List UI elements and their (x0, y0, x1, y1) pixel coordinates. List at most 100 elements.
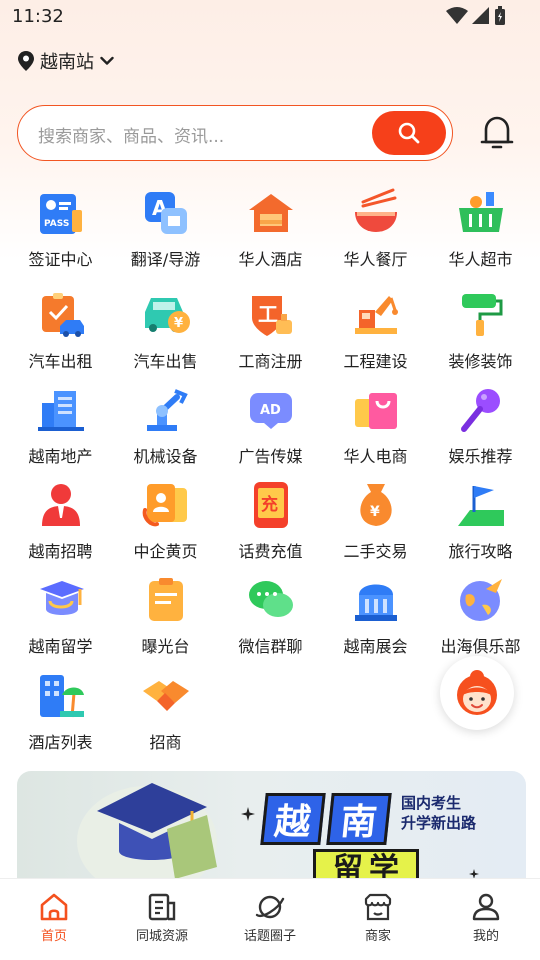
home-icon (40, 893, 68, 921)
grid-item-hotel[interactable]: 华人酒店 (218, 188, 323, 278)
tab-topics[interactable]: 话题圈子 (216, 891, 324, 944)
overseas-club-icon (459, 579, 502, 621)
tab-home[interactable]: 首页 (0, 891, 108, 944)
hotel-list-icon (39, 675, 84, 718)
grid-item-visa[interactable]: PASS 签证中心 (8, 188, 113, 278)
tab-label: 首页 (40, 929, 67, 944)
grid-item-label: 签证中心 (28, 250, 93, 269)
grid-item-decoration[interactable]: 装修装饰 (428, 290, 533, 380)
grid-item-machinery[interactable]: 机械设备 (113, 385, 218, 475)
grid-item-exposure[interactable]: 曝光台 (113, 575, 218, 665)
grid-item-label: 华人餐厅 (343, 250, 408, 269)
graduation-cap-icon (77, 783, 217, 878)
hotel-icon (248, 194, 293, 232)
grid-item-travel-guide[interactable]: 旅行攻略 (428, 480, 533, 570)
banner-title-highlight: 留 学 (313, 849, 419, 878)
grid-item-supermarket[interactable]: 华人超市 (428, 188, 533, 278)
bell-icon[interactable] (480, 114, 514, 152)
grid-item-hotel-list[interactable]: 酒店列表 (8, 671, 113, 761)
grid-item-label: 招商 (149, 733, 182, 752)
grid-item-label: 汽车出售 (133, 352, 198, 371)
grid-item-wechat-group[interactable]: 微信群聊 (218, 575, 323, 665)
banner-title-char-2: 南 (326, 793, 392, 845)
grid-item-label: 工程建设 (343, 352, 408, 371)
bottom-tab-bar: 首页 同城资源 话题圈子 商家 我的 (0, 878, 540, 960)
grid-item-label: 华人电商 (343, 447, 408, 466)
grid-item-label: 越南地产 (28, 447, 93, 466)
grid-item-recruitment[interactable]: 越南招聘 (8, 480, 113, 570)
grid-item-entertainment[interactable]: 娱乐推荐 (428, 385, 533, 475)
grid-item-label: 曝光台 (141, 637, 190, 656)
advertising-icon: AD (249, 393, 292, 429)
ecommerce-icon (354, 393, 397, 429)
status-time: 11:32 (12, 6, 64, 27)
search-placeholder: 搜索商家、商品、资讯... (38, 127, 225, 147)
investment-icon (142, 681, 189, 711)
decoration-icon (461, 294, 502, 336)
grid-item-study-abroad[interactable]: 越南留学 (8, 575, 113, 665)
grid-item-label: 广告传媒 (238, 447, 303, 466)
exhibition-icon (354, 584, 397, 621)
wechat-group-icon (248, 581, 293, 617)
grid-item-label: 出海俱乐部 (440, 637, 521, 656)
machinery-icon (146, 389, 188, 431)
grid-item-yellow-pages[interactable]: 中企黄页 (113, 480, 218, 570)
grid-item-translate[interactable]: A 翻译/导游 (113, 188, 218, 278)
grid-item-label: 话费充值 (238, 542, 303, 561)
grid-item-label: 越南留学 (28, 637, 93, 656)
business-registration-icon: 工 (251, 296, 292, 336)
entertainment-icon (460, 389, 500, 432)
grid-item-construction[interactable]: 工程建设 (323, 290, 428, 380)
search-input[interactable]: 搜索商家、商品、资讯... (17, 105, 453, 161)
location-selector[interactable]: 越南站 (18, 48, 114, 74)
status-bar: 11:32 (0, 0, 540, 34)
restaurant-icon (354, 188, 397, 232)
grid-item-label: 装修装饰 (448, 352, 513, 371)
customer-service-button[interactable] (440, 656, 514, 730)
grid-item-label: 旅行攻略 (448, 542, 513, 561)
visa-icon: PASS (39, 194, 82, 234)
tab-resources[interactable]: 同城资源 (108, 891, 216, 944)
study-abroad-icon (39, 581, 84, 615)
car-rental-icon (41, 293, 84, 337)
grid-item-exhibition[interactable]: 越南展会 (323, 575, 428, 665)
grid-item-label: 微信群聊 (238, 637, 303, 656)
yellow-pages-icon (142, 484, 187, 527)
status-icons (446, 6, 506, 26)
grid-item-label: 中企黄页 (133, 542, 198, 561)
grid-item-advertising[interactable]: AD 广告传媒 (218, 385, 323, 475)
tab-merchants[interactable]: 商家 (324, 891, 432, 944)
svg-text:¥: ¥ (370, 504, 380, 520)
grid-item-second-hand[interactable]: ¥ 二手交易 (323, 480, 428, 570)
second-hand-icon: ¥ (359, 484, 392, 526)
chevron-down-icon (100, 56, 114, 65)
signal-icon (472, 7, 489, 24)
grid-item-phone-topup[interactable]: 充 话费充值 (218, 480, 323, 570)
banner-title-char-1: 越 (260, 793, 326, 845)
recruitment-icon (41, 484, 80, 526)
grid-item-label: 酒店列表 (28, 733, 93, 752)
translate-icon: A (144, 192, 187, 234)
grid-item-business-registration[interactable]: 工 工商注册 (218, 290, 323, 380)
svg-text:PASS: PASS (44, 219, 69, 229)
profile-icon (472, 893, 500, 921)
grid-item-real-estate[interactable]: 越南地产 (8, 385, 113, 475)
location-name: 越南站 (40, 52, 94, 73)
grid-item-car-rental[interactable]: 汽车出租 (8, 290, 113, 380)
construction-icon (354, 296, 398, 334)
grid-item-car-sale[interactable]: ¥ 汽车出售 (113, 290, 218, 380)
sparkle-icon (241, 807, 255, 821)
promo-banner[interactable]: 越 南 留 学 国内考生 升学新出路 (17, 771, 526, 878)
grid-item-ecommerce[interactable]: 华人电商 (323, 385, 428, 475)
sparkle-icon (469, 869, 479, 878)
grid-item-overseas-club[interactable]: 出海俱乐部 (428, 575, 533, 665)
search-icon (398, 122, 420, 144)
search-button[interactable] (372, 111, 446, 155)
grid-item-investment[interactable]: 招商 (113, 671, 218, 761)
svg-text:¥: ¥ (174, 316, 183, 331)
svg-text:AD: AD (260, 403, 281, 418)
grid-item-label: 汽车出租 (28, 352, 93, 371)
grid-item-restaurant[interactable]: 华人餐厅 (323, 188, 428, 278)
tab-profile[interactable]: 我的 (432, 891, 540, 944)
tab-label: 商家 (364, 929, 391, 944)
